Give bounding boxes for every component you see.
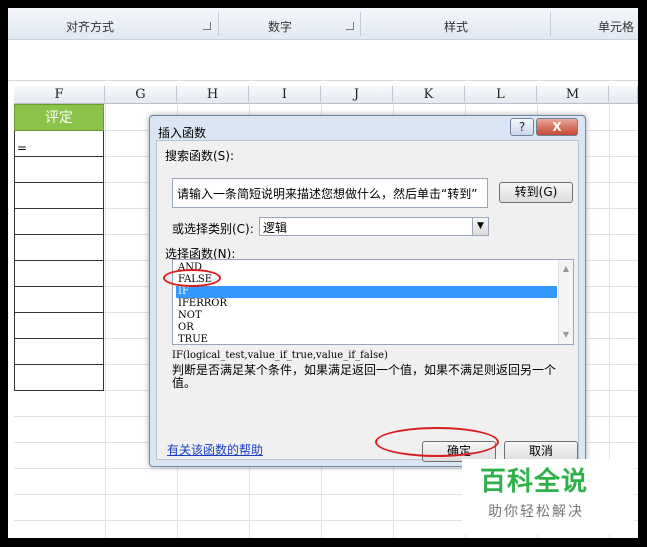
ribbon-group-number: 数字 bbox=[268, 20, 293, 34]
annotation-oval-if bbox=[163, 269, 221, 287]
cell-f5[interactable] bbox=[14, 183, 104, 209]
screen: 对齐方式 数字 样式 单元格 F G H I J K L M 评定 = 插入函数… bbox=[8, 8, 638, 538]
cell-f3-content: = bbox=[17, 141, 28, 155]
search-label: 搜索函数(S): bbox=[165, 149, 235, 163]
cell-f6[interactable] bbox=[14, 209, 104, 235]
watermark: 百科全说 助你轻松解决 bbox=[462, 459, 634, 534]
watermark-subtitle: 助你轻松解决 bbox=[488, 504, 584, 520]
alignment-launcher-icon[interactable] bbox=[203, 22, 211, 30]
scroll-down-icon[interactable]: ▼ bbox=[559, 328, 573, 342]
ribbon: 对齐方式 数字 样式 单元格 bbox=[8, 8, 638, 40]
column-header-i[interactable]: I bbox=[249, 86, 321, 104]
cell-f4[interactable] bbox=[14, 157, 104, 183]
dialog-close-button[interactable]: X bbox=[536, 118, 578, 136]
column-header-m[interactable]: M bbox=[537, 86, 609, 104]
ribbon-separator bbox=[360, 12, 361, 36]
dialog-client-area: 搜索函数(S): 请输入一条简短说明来描述您想做什么，然后单击“转到” 转到(G… bbox=[156, 140, 579, 462]
function-item-and[interactable]: AND bbox=[176, 262, 557, 274]
header-cell-pingding[interactable]: 评定 bbox=[14, 104, 104, 131]
function-item-if[interactable]: IF bbox=[176, 286, 557, 298]
dropdown-arrow-icon[interactable]: ▼ bbox=[472, 218, 488, 235]
cell-f8[interactable] bbox=[14, 261, 104, 287]
cell-f9[interactable] bbox=[14, 287, 104, 313]
category-select[interactable]: 逻辑 ▼ bbox=[259, 217, 489, 236]
number-launcher-icon[interactable] bbox=[346, 22, 354, 30]
dialog-title: 插入函数 bbox=[158, 126, 207, 140]
function-item-iferror[interactable]: IFERROR bbox=[176, 298, 557, 310]
function-item-or[interactable]: OR bbox=[176, 322, 557, 334]
function-item-not[interactable]: NOT bbox=[176, 310, 557, 322]
column-header-blank bbox=[609, 86, 638, 104]
cell-f7[interactable] bbox=[14, 235, 104, 261]
function-item-false[interactable]: FALSE bbox=[176, 274, 557, 286]
column-header-l[interactable]: L bbox=[465, 86, 537, 104]
column-header-f[interactable]: F bbox=[14, 86, 105, 104]
grid-line bbox=[105, 104, 106, 538]
cell-f11[interactable] bbox=[14, 339, 104, 365]
dialog-help-button[interactable]: ? bbox=[510, 118, 534, 136]
watermark-title: 百科全说 bbox=[480, 467, 589, 497]
cell-f3[interactable] bbox=[14, 131, 104, 157]
category-selected-value: 逻辑 bbox=[263, 221, 288, 235]
cell-f12[interactable] bbox=[14, 365, 104, 391]
function-syntax: IF(logical_test,value_if_true,value_if_f… bbox=[172, 350, 388, 361]
ribbon-group-styles: 样式 bbox=[444, 20, 469, 34]
search-function-input[interactable]: 请输入一条简短说明来描述您想做什么，然后单击“转到” bbox=[172, 178, 488, 208]
column-header-h[interactable]: H bbox=[177, 86, 249, 104]
ribbon-separator bbox=[550, 12, 551, 36]
ribbon-group-cells: 单元格 bbox=[598, 20, 635, 34]
insert-function-dialog: 插入函数 ? X 搜索函数(S): 请输入一条简短说明来描述您想做什么，然后单击… bbox=[149, 115, 586, 467]
goto-button[interactable]: 转到(G) bbox=[499, 182, 573, 203]
function-item-true[interactable]: TRUE bbox=[176, 334, 557, 346]
category-label: 或选择类别(C): bbox=[172, 222, 254, 236]
ribbon-separator bbox=[218, 12, 219, 36]
column-header-g[interactable]: G bbox=[105, 86, 177, 104]
function-list[interactable]: AND FALSE IF IFERROR NOT OR TRUE ▲ ▼ bbox=[172, 259, 574, 345]
column-header-k[interactable]: K bbox=[393, 86, 465, 104]
scroll-up-icon[interactable]: ▲ bbox=[559, 262, 573, 276]
function-list-scrollbar[interactable]: ▲ ▼ bbox=[558, 260, 573, 344]
function-help-link[interactable]: 有关该函数的帮助 bbox=[167, 441, 263, 458]
ribbon-group-alignment: 对齐方式 bbox=[66, 20, 115, 34]
column-header-j[interactable]: J bbox=[321, 86, 393, 104]
annotation-oval-ok bbox=[375, 427, 499, 457]
formula-area bbox=[8, 41, 638, 81]
cell-f10[interactable] bbox=[14, 313, 104, 339]
function-description: 判断是否满足某个条件，如果满足返回一个值，如果不满足则返回另一个值。 bbox=[172, 363, 557, 390]
